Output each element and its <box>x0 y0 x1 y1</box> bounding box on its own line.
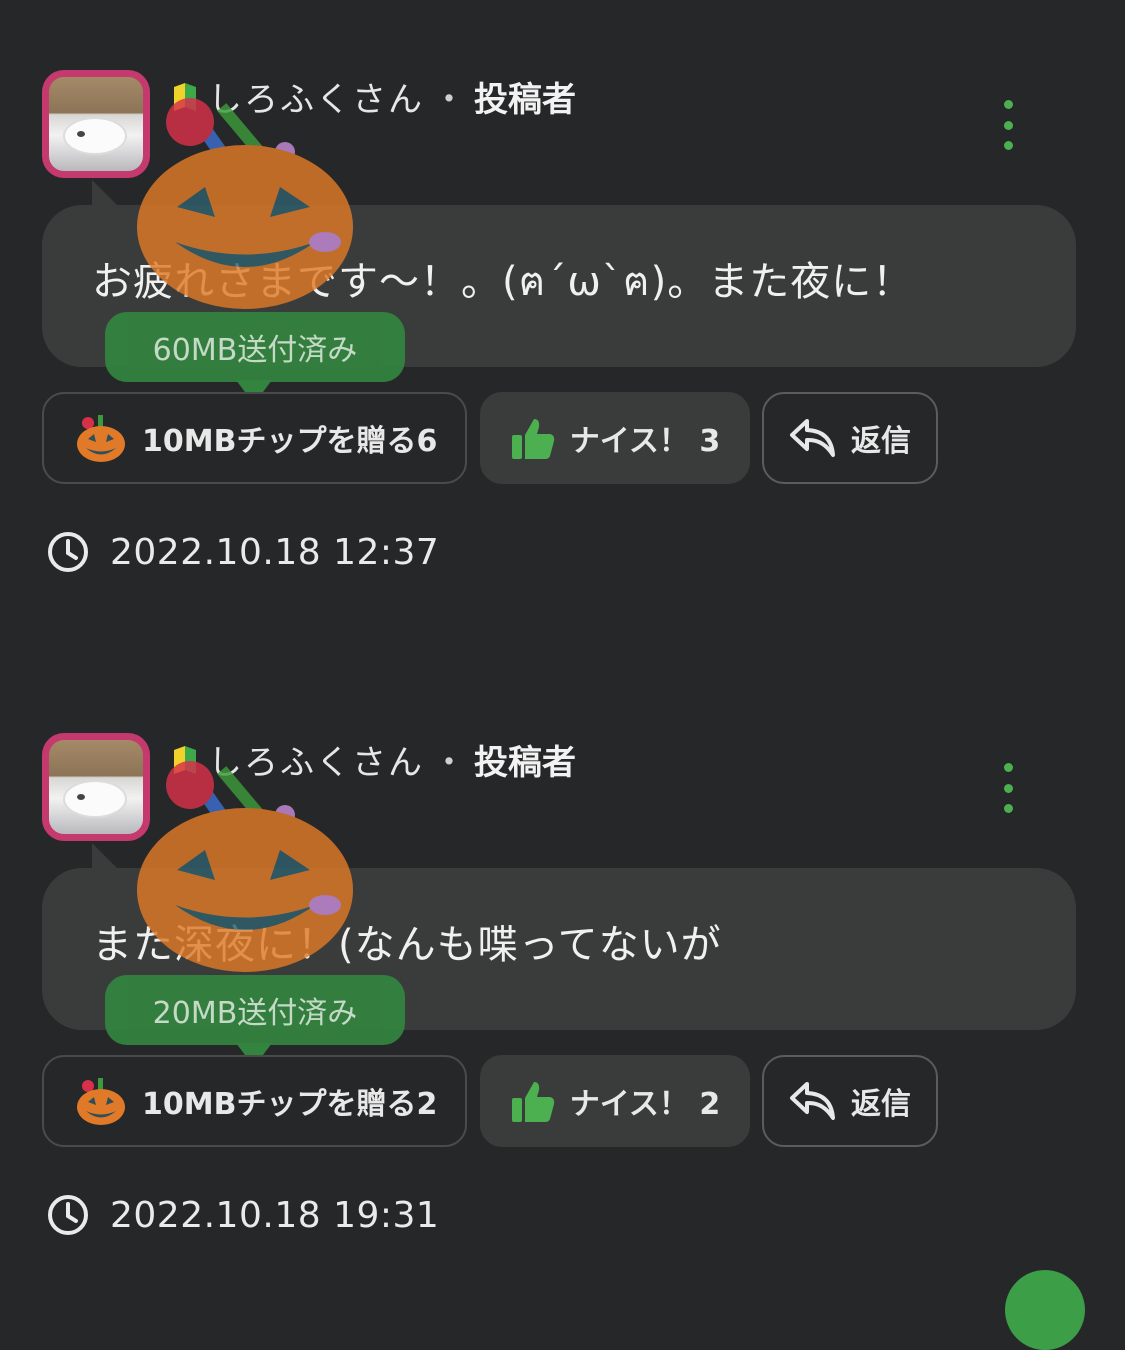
tip-button[interactable]: 10MBチップを贈る2 <box>42 1055 467 1147</box>
author-name[interactable]: しろふくさん <box>208 72 424 121</box>
author-name[interactable]: しろふくさん <box>208 735 424 784</box>
nice-button[interactable]: ナイス！ 3 <box>480 392 750 484</box>
tip-label: 10MBチップを贈る2 <box>142 1087 438 1122</box>
comment-post: しろふくさん ・ 投稿者 また深夜に！(なんも喋ってないが 20MB送付済み 1… <box>0 663 1125 1263</box>
sent-status-tooltip: 60MB送付済み <box>105 312 405 382</box>
timestamp: 2022.10.18 19:31 <box>110 1194 440 1236</box>
author-row: しろふくさん ・ 投稿者 <box>172 72 576 121</box>
reply-arrow-icon <box>790 419 835 457</box>
beginner-mark-icon <box>172 81 200 111</box>
timestamp-row: 2022.10.18 19:31 <box>46 1193 439 1237</box>
author-row: しろふくさん ・ 投稿者 <box>172 735 576 784</box>
floating-action-button[interactable] <box>1005 1270 1085 1350</box>
nice-label: ナイス！ 2 <box>569 1087 721 1122</box>
thumbs-up-icon <box>511 419 554 459</box>
reply-label: 返信 <box>851 424 911 459</box>
bubble-tail <box>92 180 118 206</box>
clock-icon <box>48 1195 88 1235</box>
separator: ・ <box>432 742 466 783</box>
separator: ・ <box>432 79 466 120</box>
reply-button[interactable]: 返信 <box>762 392 938 484</box>
timestamp-row: 2022.10.18 12:37 <box>46 530 439 574</box>
thumbs-up-icon <box>511 1082 554 1122</box>
reply-label: 返信 <box>851 1087 911 1122</box>
more-vertical-icon[interactable] <box>992 100 1024 150</box>
clock-icon <box>48 532 88 572</box>
nice-label: ナイス！ 3 <box>569 424 721 459</box>
comment-post: しろふくさん ・ 投稿者 お疲れさまです〜！。(ฅ´ω`ฅ)。また夜に！ 60M… <box>0 0 1125 600</box>
tip-label: 10MBチップを贈る6 <box>142 424 438 459</box>
tip-button[interactable]: 10MBチップを贈る6 <box>42 392 467 484</box>
sent-status-tooltip: 20MB送付済み <box>105 975 405 1045</box>
avatar-image <box>49 77 143 171</box>
bubble-tail <box>92 843 118 869</box>
avatar[interactable] <box>42 733 150 841</box>
pumpkin-icon <box>77 1078 125 1125</box>
pumpkin-icon <box>77 415 125 462</box>
message-text: お疲れさまです〜！。(ฅ´ω`ฅ)。また夜に！ <box>92 259 914 305</box>
timestamp: 2022.10.18 12:37 <box>110 531 440 573</box>
reply-arrow-icon <box>790 1082 835 1120</box>
nice-button[interactable]: ナイス！ 2 <box>480 1055 750 1147</box>
avatar-image <box>49 740 143 834</box>
avatar[interactable] <box>42 70 150 178</box>
reply-button[interactable]: 返信 <box>762 1055 938 1147</box>
author-role: 投稿者 <box>474 79 576 120</box>
more-vertical-icon[interactable] <box>992 763 1024 813</box>
message-text: また深夜に！(なんも喋ってないが <box>92 922 722 968</box>
beginner-mark-icon <box>172 744 200 774</box>
author-role: 投稿者 <box>474 742 576 783</box>
